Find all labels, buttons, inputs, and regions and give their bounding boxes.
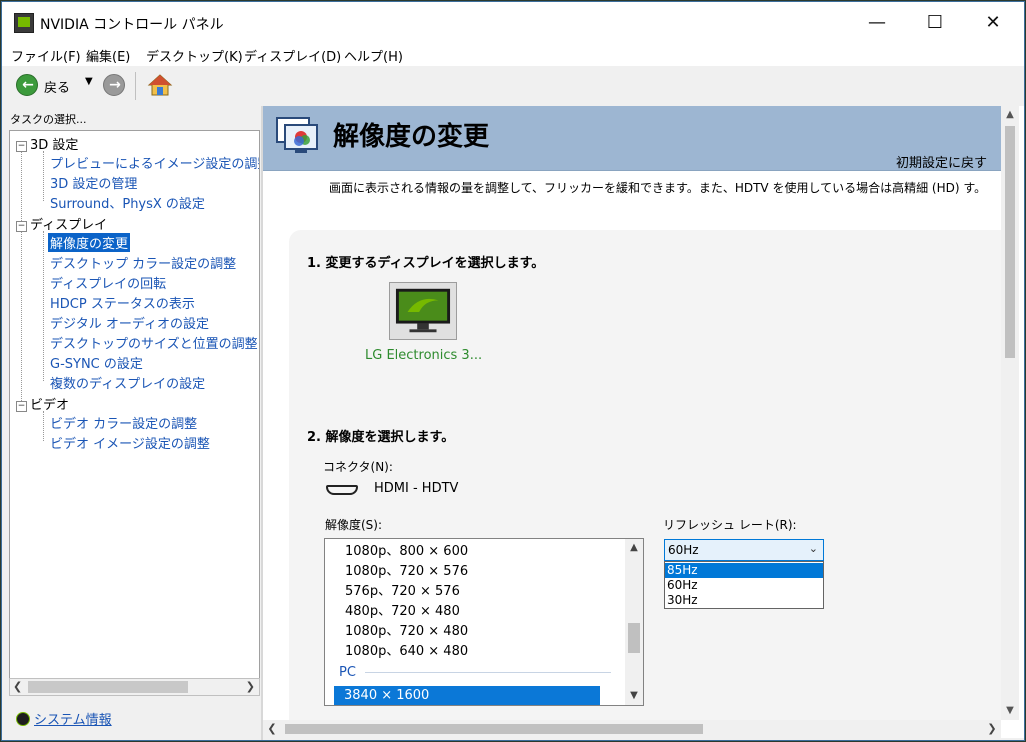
restore-defaults-link[interactable]: 初期設定に戻す <box>896 152 987 171</box>
refresh-rate-value: 60Hz <box>668 543 699 557</box>
resolution-list-scrollbar[interactable]: ▲ ▼ <box>625 539 643 705</box>
page-banner: 解像度の変更 初期設定に戻す <box>263 106 1001 171</box>
chevron-down-icon: ⌄ <box>808 542 818 555</box>
step1-heading: 1. 変更するディスプレイを選択します。 <box>307 256 545 271</box>
scrollbar-thumb[interactable] <box>1005 126 1015 358</box>
task-pane: タスクの選択... −3D 設定 プレビューによるイメージ設定の調整 3D 設定… <box>2 106 261 740</box>
scroll-left-icon[interactable]: ❮ <box>263 720 281 738</box>
arrow-left-icon: ← <box>22 77 34 93</box>
resolution-option[interactable]: 1080p、720 × 576 <box>345 560 468 579</box>
resolution-listbox[interactable]: 1080p、800 × 600 1080p、720 × 576 576p、720… <box>324 538 644 706</box>
resolution-option[interactable]: 1080p、640 × 480 <box>345 640 468 659</box>
window-title: NVIDIA コントロール パネル <box>40 17 224 33</box>
tree-item-video-image[interactable]: ビデオ イメージ設定の調整 <box>50 433 210 452</box>
tree-item-multiple-displays[interactable]: 複数のディスプレイの設定 <box>50 373 205 392</box>
system-info-link[interactable]: システム情報 <box>16 709 112 728</box>
arrow-right-icon: → <box>109 77 121 93</box>
display-resolution-icon <box>276 117 318 153</box>
settings-panel: 1. 変更するディスプレイを選択します。 LG Electronics 3...… <box>289 230 1001 738</box>
display-name[interactable]: LG Electronics 3... <box>365 348 482 363</box>
tree-item-surround-physx[interactable]: Surround、PhysX の設定 <box>50 193 205 212</box>
tree-item-change-resolution[interactable]: 解像度の変更 <box>48 233 131 252</box>
minimize-button[interactable]: — <box>854 2 900 44</box>
nvidia-control-panel-window: NVIDIA コントロール パネル — ☐ ✕ ファイル(F) 編集(E) デス… <box>1 1 1025 741</box>
tree-item-digital-audio[interactable]: デジタル オーディオの設定 <box>50 313 209 332</box>
scroll-right-icon[interactable]: ❯ <box>983 720 1001 738</box>
scroll-down-icon[interactable]: ▼ <box>1001 702 1019 720</box>
resolution-option[interactable]: 1080p、800 × 600 <box>345 540 468 559</box>
refresh-option-30hz[interactable]: 30Hz <box>665 593 823 608</box>
back-history-dropdown-icon[interactable]: ▼ <box>85 76 93 87</box>
tree-group-display[interactable]: − ディスプレイ <box>16 214 107 233</box>
hdmi-connector-icon <box>326 485 358 495</box>
resolution-option[interactable]: 480p、720 × 480 <box>345 600 460 619</box>
menu-bar: ファイル(F) 編集(E) デスクトップ(K) ディスプレイ(D) ヘルプ(H) <box>2 44 1024 66</box>
tree-item-desktop-color[interactable]: デスクトップ カラー設定の調整 <box>50 253 236 272</box>
group-divider <box>365 672 611 673</box>
scroll-left-icon[interactable]: ❮ <box>13 679 22 695</box>
task-select-label: タスクの選択... <box>10 113 87 126</box>
task-tree-hscrollbar[interactable]: ❮ ❯ <box>9 678 260 696</box>
connector-value: HDMI - HDTV <box>374 481 459 496</box>
resolution-group-header: PC <box>339 665 356 680</box>
scroll-down-icon[interactable]: ▼ <box>625 687 643 705</box>
page-description: 画面に表示される情報の量を調整して、フリッカーを緩和できます。また、HDTV を… <box>329 181 987 195</box>
task-tree: −3D 設定 プレビューによるイメージ設定の調整 3D 設定の管理 Surrou… <box>9 130 260 690</box>
scroll-up-icon[interactable]: ▲ <box>1001 106 1019 124</box>
title-bar: NVIDIA コントロール パネル — ☐ ✕ <box>2 2 1024 44</box>
page-title: 解像度の変更 <box>333 122 490 152</box>
tree-item-hdcp-status[interactable]: HDCP ステータスの表示 <box>50 293 195 312</box>
connector-label: コネクタ(N): <box>323 460 393 474</box>
menu-desktop[interactable]: デスクトップ(K) <box>146 46 243 65</box>
tree-item-manage-3d-settings[interactable]: 3D 設定の管理 <box>50 173 137 192</box>
scrollbar-thumb[interactable] <box>28 681 188 693</box>
resolution-option-selected[interactable]: 3840 × 1600 <box>334 686 600 705</box>
monitor-icon <box>395 288 451 333</box>
scrollbar-thumb[interactable] <box>285 724 703 734</box>
tree-item-gsync[interactable]: G-SYNC の設定 <box>50 353 143 372</box>
back-button[interactable]: ← <box>16 74 38 96</box>
nvidia-app-icon <box>14 13 34 33</box>
scrollbar-thumb[interactable] <box>628 623 640 653</box>
content-hscrollbar[interactable]: ❮ ❯ <box>263 720 1001 738</box>
toolbar: ← 戻る ▼ → <box>2 66 1024 107</box>
refresh-rate-label: リフレッシュ レート(R): <box>663 518 797 532</box>
refresh-rate-select[interactable]: 60Hz ⌄ <box>664 539 824 561</box>
content-vscrollbar[interactable]: ▲ ▼ <box>1001 106 1019 720</box>
collapse-icon[interactable]: − <box>16 141 27 152</box>
menu-file[interactable]: ファイル(F) <box>11 46 81 65</box>
collapse-icon[interactable]: − <box>16 401 27 412</box>
collapse-icon[interactable]: − <box>16 221 27 232</box>
menu-edit[interactable]: 編集(E) <box>86 46 130 65</box>
maximize-button[interactable]: ☐ <box>912 2 958 44</box>
tree-item-video-color[interactable]: ビデオ カラー設定の調整 <box>50 413 197 432</box>
home-icon[interactable] <box>147 72 173 98</box>
forward-button[interactable]: → <box>103 74 125 96</box>
refresh-rate-dropdown: 85Hz 60Hz 30Hz <box>664 561 824 609</box>
tree-item-preview-image-settings[interactable]: プレビューによるイメージ設定の調整 <box>50 153 259 172</box>
tree-group-video[interactable]: − ビデオ <box>16 394 69 413</box>
menu-help[interactable]: ヘルプ(H) <box>344 46 403 65</box>
menu-display[interactable]: ディスプレイ(D) <box>244 46 341 65</box>
tree-item-desktop-size-position[interactable]: デスクトップのサイズと位置の調整 <box>50 333 258 352</box>
tree-group-3d-settings[interactable]: −3D 設定 <box>16 134 78 153</box>
resolution-label: 解像度(S): <box>325 518 383 532</box>
content-pane: 解像度の変更 初期設定に戻す 画面に表示される情報の量を調整して、フリッカーを緩… <box>263 106 1024 738</box>
tree-item-rotate-display[interactable]: ディスプレイの回転 <box>50 273 166 292</box>
step2-heading: 2. 解像度を選択します。 <box>307 430 455 445</box>
refresh-option-85hz[interactable]: 85Hz <box>665 563 823 578</box>
info-icon <box>16 712 30 726</box>
scroll-right-icon[interactable]: ❯ <box>246 679 255 695</box>
resolution-option[interactable]: 576p、720 × 576 <box>345 580 460 599</box>
back-label[interactable]: 戻る <box>44 77 70 96</box>
scroll-up-icon[interactable]: ▲ <box>625 539 643 557</box>
refresh-option-60hz[interactable]: 60Hz <box>665 578 823 593</box>
close-button[interactable]: ✕ <box>970 2 1016 44</box>
resolution-option[interactable]: 1080p、720 × 480 <box>345 620 468 639</box>
toolbar-separator <box>135 72 136 100</box>
display-select-button[interactable] <box>389 282 457 340</box>
